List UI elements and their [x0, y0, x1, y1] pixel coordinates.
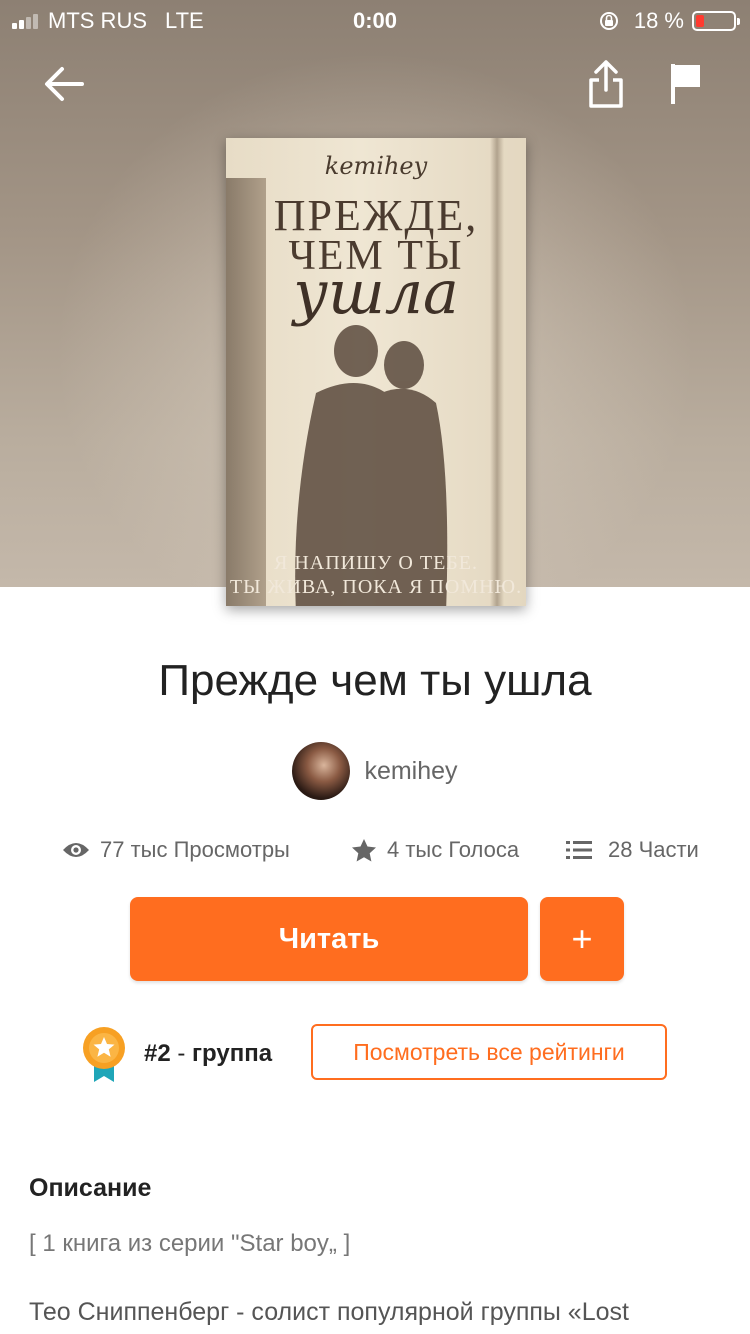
ranking-text: #2 - группа [144, 1040, 272, 1068]
views-stat: 77 тыс Просмотры [62, 832, 290, 868]
story-cover[interactable]: kemihey ПРЕЖДЕ, ЧЕМ ТЫ ушла Я НАПИШУ О Т… [226, 138, 526, 606]
add-to-library-button[interactable]: + [540, 897, 624, 981]
parts-count: 28 Части [608, 837, 699, 862]
description-heading: Описание [29, 1174, 152, 1202]
battery-percent: 18 % [633, 8, 684, 33]
battery-icon [692, 11, 740, 31]
list-icon [566, 841, 592, 859]
story-stats: 77 тыс Просмотры 4 тыс Голоса 28 Части [0, 832, 750, 868]
cover-author: kemihey [324, 152, 428, 180]
avatar[interactable] [292, 742, 351, 800]
ranking-badge[interactable]: #2 - группа [82, 1024, 272, 1084]
description-text: Тео Сниппенберг - солист популярной груп… [29, 1298, 629, 1326]
back-button[interactable] [34, 54, 94, 114]
flag-icon [671, 64, 700, 104]
cover-tagline-1: Я НАПИШУ О ТЕБЕ. [273, 552, 479, 574]
rotation-lock-icon [599, 12, 618, 30]
status-bar: MTS RUS LTE 0:00 18 % [0, 0, 750, 42]
share-button[interactable] [576, 54, 636, 114]
rank-number: #2 [144, 1040, 171, 1067]
description-series: [ 1 книга из серии "Star boy„ ] [29, 1230, 351, 1257]
view-all-ratings-button[interactable]: Посмотреть все рейтинги [311, 1024, 667, 1080]
rank-separator: - [170, 1040, 193, 1067]
arrow-left-icon [45, 67, 84, 101]
read-button[interactable]: Читать [130, 897, 528, 981]
eye-icon [63, 843, 89, 857]
share-icon [589, 60, 623, 108]
views-count: 77 тыс Просмотры [100, 837, 290, 862]
votes-stat: 4 тыс Голоса [351, 832, 519, 868]
cover-title-line-3: ушла [293, 258, 459, 328]
star-icon [352, 839, 376, 862]
parts-stat: 28 Части [566, 832, 699, 868]
cover-tagline-2: ТЫ ЖИВА, ПОКА Я ПОМНЮ. [229, 576, 523, 598]
author-link[interactable]: kemihey [0, 742, 750, 800]
author-name[interactable]: kemihey [364, 757, 457, 786]
story-title: Прежде чем ты ушла [158, 656, 592, 705]
report-button[interactable] [656, 54, 716, 114]
medal-icon [83, 1027, 125, 1082]
rank-tag: группа [192, 1040, 273, 1067]
votes-count: 4 тыс Голоса [387, 837, 520, 862]
